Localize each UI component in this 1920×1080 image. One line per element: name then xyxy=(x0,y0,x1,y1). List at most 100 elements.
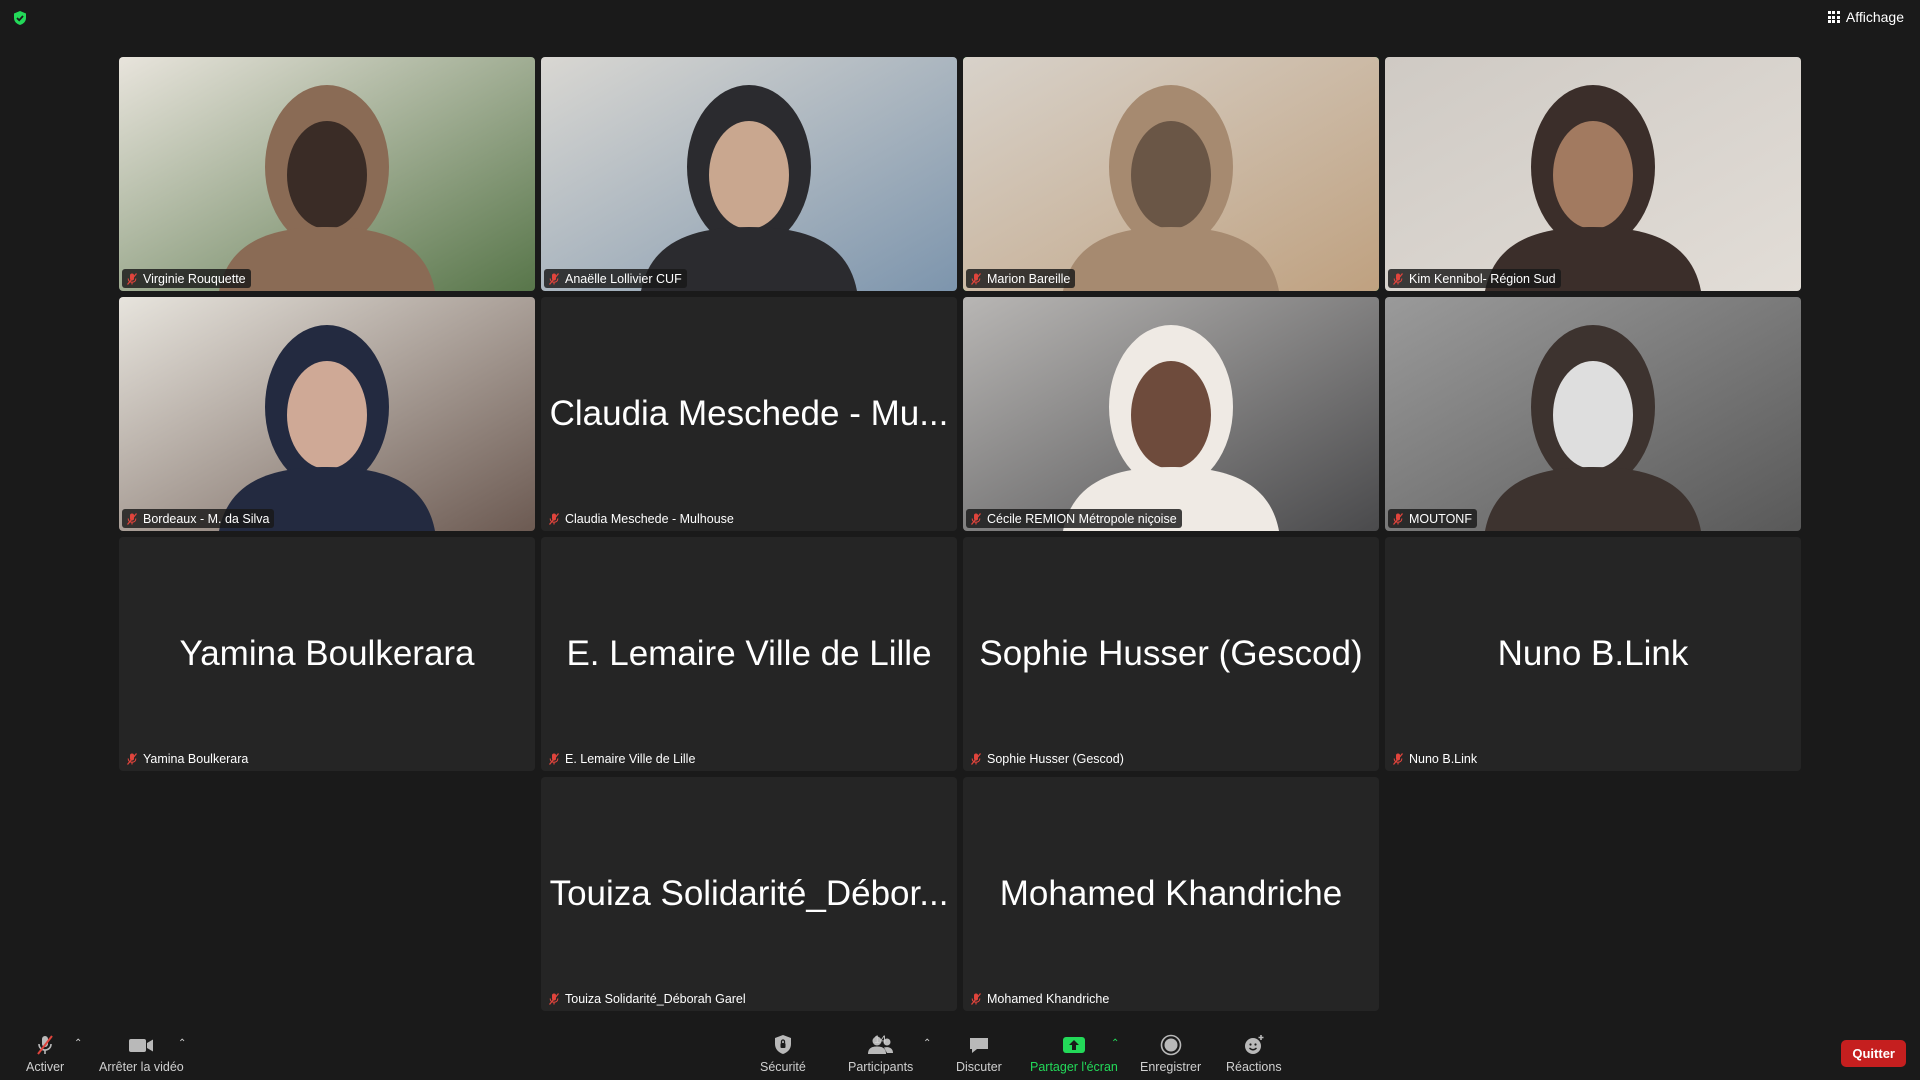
muted-mic-icon xyxy=(970,752,982,765)
participant-video xyxy=(963,57,1379,291)
participant-name: Yamina Boulkerara xyxy=(143,751,249,766)
participant-name: Nuno B.Link xyxy=(1409,751,1478,766)
muted-mic-icon xyxy=(548,992,560,1005)
muted-mic-icon xyxy=(548,512,560,525)
participant-tile[interactable]: Virginie Rouquette xyxy=(119,57,535,291)
participant-tile[interactable]: Nuno B.Link Nuno B.Link xyxy=(1385,537,1801,771)
reactions-button[interactable]: Réactions xyxy=(1226,1033,1282,1074)
participant-video xyxy=(541,57,957,291)
meeting-toolbar: Activer ⌃ Arrêter la vidéo ⌃ Sécurité 14… xyxy=(0,1028,1920,1080)
video-label: Arrêter la vidéo xyxy=(99,1060,184,1074)
participant-display-name: Nuno B.Link xyxy=(1497,634,1689,673)
muted-mic-icon xyxy=(1392,752,1404,765)
muted-mic-icon xyxy=(126,752,138,765)
participant-name-label: Kim Kennibol- Région Sud xyxy=(1388,269,1561,288)
security-label: Sécurité xyxy=(760,1060,806,1074)
muted-mic-icon xyxy=(37,1035,53,1055)
participant-tile[interactable]: Claudia Meschede - Mu... Claudia Meschede… xyxy=(541,297,957,531)
participant-name-label: Mohamed Khandriche xyxy=(966,989,1114,1008)
participant-video xyxy=(963,297,1379,531)
view-button[interactable]: Affichage xyxy=(1827,9,1904,25)
participant-display-name: Yamina Boulkerara xyxy=(179,634,475,673)
participant-name: Virginie Rouquette xyxy=(143,271,246,286)
participant-tile[interactable]: Touiza Solidarité_Débor... Touiza Solidar… xyxy=(541,777,957,1011)
participant-tile[interactable]: Bordeaux - M. da Silva xyxy=(119,297,535,531)
participant-name-label: Claudia Meschede - Mulhouse xyxy=(544,509,739,528)
reactions-label: Réactions xyxy=(1226,1060,1282,1074)
share-screen-button[interactable]: Partager l'écran xyxy=(1030,1033,1118,1074)
share-screen-icon xyxy=(1062,1037,1085,1053)
share-screen-label: Partager l'écran xyxy=(1030,1060,1118,1074)
participant-tile[interactable]: Anaëlle Lollivier CUF xyxy=(541,57,957,291)
mute-label: Activer xyxy=(26,1060,65,1074)
participant-name: Marion Bareille xyxy=(987,271,1071,286)
muted-mic-icon xyxy=(1392,272,1404,285)
record-label: Enregistrer xyxy=(1140,1060,1202,1074)
security-button[interactable]: Sécurité xyxy=(760,1033,806,1074)
top-bar: Affichage xyxy=(0,0,1920,40)
participant-name-label: Marion Bareille xyxy=(966,269,1076,288)
participant-display-name: Claudia Meschede - Mu... xyxy=(549,394,949,433)
video-camera-icon xyxy=(129,1039,154,1052)
participant-tile[interactable]: Marion Bareille xyxy=(963,57,1379,291)
chat-bubble-icon xyxy=(969,1038,988,1053)
participant-name: Sophie Husser (Gescod) xyxy=(987,751,1124,766)
chat-label: Discuter xyxy=(956,1060,1002,1074)
participant-name-label: Yamina Boulkerara xyxy=(122,749,253,768)
participant-tile[interactable]: MOUTONF xyxy=(1385,297,1801,531)
participant-name: Mohamed Khandriche xyxy=(987,991,1110,1006)
participant-tile[interactable]: Cécile REMION Métropole niçoise xyxy=(963,297,1379,531)
participant-name-label: Sophie Husser (Gescod) xyxy=(966,749,1129,768)
participant-name: Cécile REMION Métropole niçoise xyxy=(987,511,1177,526)
record-icon xyxy=(1160,1034,1181,1056)
participant-name: MOUTONF xyxy=(1409,511,1472,526)
participant-name-label: Virginie Rouquette xyxy=(122,269,251,288)
muted-mic-icon xyxy=(126,272,138,285)
quit-meeting-button[interactable]: Quitter xyxy=(1841,1040,1906,1067)
participant-tile[interactable]: Mohamed Khandriche Mohamed Khandriche xyxy=(963,777,1379,1011)
view-label: Affichage xyxy=(1845,9,1904,25)
muted-mic-icon xyxy=(548,752,560,765)
participant-display-name: Touiza Solidarité_Débor... xyxy=(549,874,949,913)
mute-button[interactable]: Activer xyxy=(26,1033,64,1074)
participant-video xyxy=(119,57,535,291)
participant-tile[interactable]: Kim Kennibol- Région Sud xyxy=(1385,57,1801,291)
record-button[interactable]: Enregistrer xyxy=(1140,1033,1201,1074)
share-options-chevron-icon[interactable]: ⌃ xyxy=(1111,1038,1119,1049)
chat-button[interactable]: Discuter xyxy=(956,1033,1002,1074)
participant-name-label: Anaëlle Lollivier CUF xyxy=(544,269,687,288)
participant-name-label: Touiza Solidarité_Déborah Garel xyxy=(544,989,751,1008)
participant-name-label: Bordeaux - M. da Silva xyxy=(122,509,275,528)
smiley-plus-icon xyxy=(1244,1035,1264,1054)
participant-tile[interactable]: Yamina Boulkerara Yamina Boulkerara xyxy=(119,537,535,771)
muted-mic-icon xyxy=(970,992,982,1005)
participant-name: Kim Kennibol- Région Sud xyxy=(1409,271,1556,286)
muted-mic-icon xyxy=(970,512,982,525)
audio-options-chevron-icon[interactable]: ⌃ xyxy=(74,1038,82,1049)
participants-label: Participants xyxy=(848,1060,914,1074)
muted-mic-icon xyxy=(126,512,138,525)
security-shield-icon xyxy=(774,1035,791,1054)
participant-display-name: E. Lemaire Ville de Lille xyxy=(566,634,932,673)
muted-mic-icon xyxy=(1392,512,1404,525)
muted-mic-icon xyxy=(548,272,560,285)
participant-name-label: Cécile REMION Métropole niçoise xyxy=(966,509,1182,528)
participant-name-label: MOUTONF xyxy=(1388,509,1477,528)
participant-name: Touiza Solidarité_Déborah Garel xyxy=(565,991,746,1006)
video-options-chevron-icon[interactable]: ⌃ xyxy=(178,1038,186,1049)
participant-name: E. Lemaire Ville de Lille xyxy=(565,751,696,766)
participant-video xyxy=(119,297,535,531)
participants-options-chevron-icon[interactable]: ⌃ xyxy=(923,1038,931,1049)
participant-tile[interactable]: E. Lemaire Ville de Lille E. Lemaire Vill… xyxy=(541,537,957,771)
muted-mic-icon xyxy=(970,272,982,285)
participant-display-name: Sophie Husser (Gescod) xyxy=(979,634,1363,673)
participant-name: Anaëlle Lollivier CUF xyxy=(565,271,682,286)
stop-video-button[interactable]: Arrêter la vidéo xyxy=(99,1033,184,1074)
participants-button[interactable]: 14 Participants xyxy=(848,1033,913,1074)
grid-view-icon xyxy=(1827,11,1840,23)
participant-tile[interactable]: Sophie Husser (Gescod) Sophie Husser (Ges… xyxy=(963,537,1379,771)
participant-name: Claudia Meschede - Mulhouse xyxy=(565,511,734,526)
participants-count: 14 xyxy=(874,1034,887,1046)
encryption-shield-icon[interactable] xyxy=(12,10,28,26)
participant-display-name: Mohamed Khandriche xyxy=(999,874,1343,913)
